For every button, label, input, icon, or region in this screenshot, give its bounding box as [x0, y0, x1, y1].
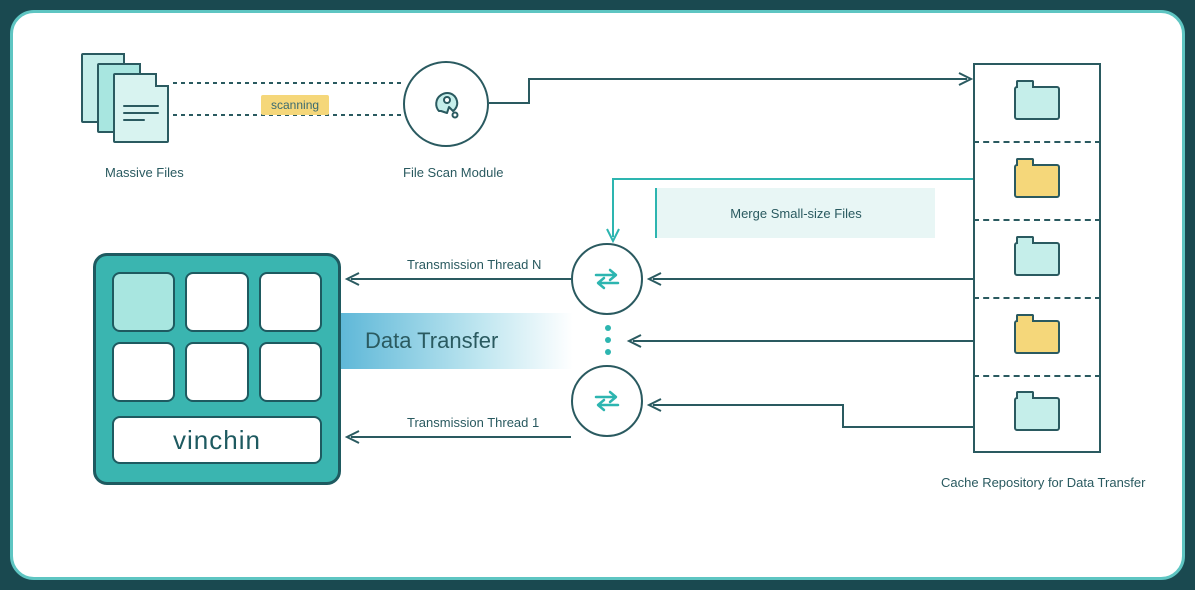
folder-icon: [1014, 320, 1060, 354]
folder-icon: [1014, 397, 1060, 431]
cache-repository: [973, 63, 1101, 453]
transfer-thread-n-icon: [571, 243, 643, 315]
merge-small-files-label: Merge Small-size Files: [730, 206, 861, 221]
massive-files-label: Massive Files: [105, 165, 184, 180]
merge-small-files-box: Merge Small-size Files: [655, 188, 935, 238]
data-transfer-label: Data Transfer: [365, 328, 498, 354]
cache-cell: [973, 63, 1101, 141]
folder-icon: [1014, 86, 1060, 120]
cache-cell: [973, 375, 1101, 453]
folder-icon: [1014, 242, 1060, 276]
transfer-thread-1-icon: [571, 365, 643, 437]
cache-cell: [973, 297, 1101, 375]
cache-repository-label: Cache Repository for Data Transfer: [941, 475, 1145, 490]
data-transfer-band: Data Transfer: [341, 313, 573, 369]
threads-ellipsis-icon: [605, 325, 611, 355]
file-scan-module-icon: [403, 61, 489, 147]
diagram-frame: Massive Files scanning File Scan Module …: [10, 10, 1185, 580]
transmission-thread-n-label: Transmission Thread N: [407, 257, 541, 272]
transmission-thread-1-label: Transmission Thread 1: [407, 415, 539, 430]
vinchin-brand-label: vinchin: [112, 416, 322, 464]
folder-icon: [1014, 164, 1060, 198]
cache-cell: [973, 141, 1101, 219]
cache-cell: [973, 219, 1101, 297]
file-scan-module-label: File Scan Module: [403, 165, 503, 180]
scanning-badge: scanning: [261, 95, 329, 115]
vinchin-destination-icon: vinchin: [93, 253, 341, 485]
